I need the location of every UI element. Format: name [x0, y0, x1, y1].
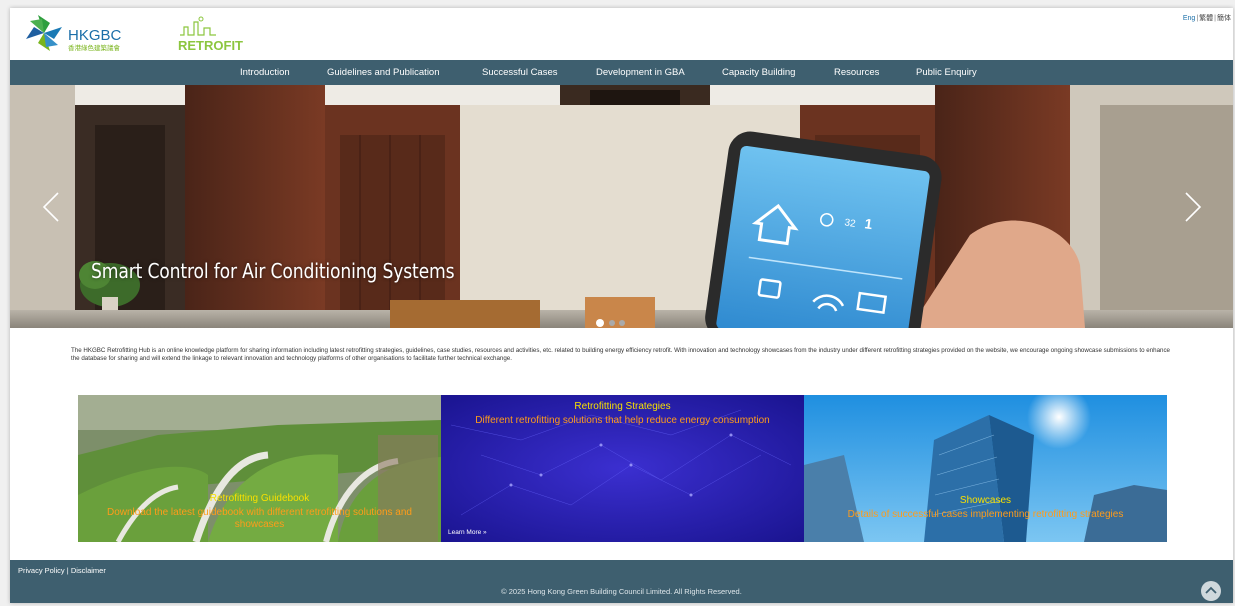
back-to-top-button[interactable]: [1201, 581, 1221, 601]
nav-successful-cases[interactable]: Successful Cases: [482, 60, 558, 85]
learn-more-link[interactable]: Learn More »: [448, 529, 487, 536]
chevron-left-icon: [42, 192, 59, 222]
nav-public-enquiry[interactable]: Public Enquiry: [916, 60, 977, 85]
nav-introduction[interactable]: Introduction: [240, 60, 290, 85]
language-switcher: Eng|繁體|簡体: [1183, 13, 1231, 23]
header: HKGBC 香港綠色建築議會 RETROFIT Eng|繁體|簡体: [10, 8, 1233, 60]
tile-showcases[interactable]: Showcases Details of successful cases im…: [804, 395, 1167, 542]
retrofit-skyline-icon: [180, 16, 216, 36]
main-nav: Introduction Guidelines and Publication …: [10, 60, 1233, 85]
hero-carousel[interactable]: 32 1 Smart Control for Air Conditioning …: [10, 85, 1233, 328]
nav-development-gba[interactable]: Development in GBA: [596, 60, 685, 85]
tile-title: Retrofitting Guidebook: [209, 493, 310, 504]
tile-title: Showcases: [959, 495, 1012, 506]
tile-subtitle: Details of successful cases implementing…: [847, 509, 1124, 520]
hkgbc-logo-mark: HKGBC 香港綠色建築議會 RETROFIT: [26, 15, 243, 53]
footer-links: Privacy Policy | Disclaimer: [18, 566, 106, 575]
footer: Privacy Policy | Disclaimer © 2025 Hong …: [10, 560, 1233, 603]
tile-retrofitting-strategies[interactable]: Retrofitting Strategies Different retrof…: [441, 395, 804, 542]
tile-subtitle: Download the latest guidebook with diffe…: [106, 507, 412, 530]
disclaimer-link[interactable]: Disclaimer: [71, 566, 106, 575]
carousel-prev-button[interactable]: [40, 189, 64, 225]
lang-simplified[interactable]: 簡体: [1217, 15, 1231, 22]
phone-temperature: 32: [844, 217, 857, 230]
feature-tiles: Retrofitting Guidebook Download the late…: [78, 395, 1167, 542]
nav-capacity-building[interactable]: Capacity Building: [722, 60, 795, 85]
lang-traditional[interactable]: 繁體: [1199, 15, 1213, 22]
hero-caption: Smart Control for Air Conditioning Syste…: [91, 259, 455, 283]
tile-retrofitting-guidebook[interactable]: Retrofitting Guidebook Download the late…: [78, 395, 441, 542]
arrow-up-icon: [1205, 586, 1217, 594]
hero-image: 32 1: [10, 85, 1233, 328]
privacy-policy-link[interactable]: Privacy Policy: [18, 566, 65, 575]
page: HKGBC 香港綠色建築議會 RETROFIT Eng|繁體|簡体 Introd…: [10, 8, 1233, 603]
intro-description: The HKGBC Retrofitting Hub is an online …: [71, 347, 1170, 363]
tile-title: Retrofitting Strategies: [574, 401, 671, 412]
chevron-right-icon: [1185, 192, 1202, 222]
copyright-text: © 2025 Hong Kong Green Building Council …: [501, 587, 742, 596]
site-logo[interactable]: HKGBC 香港綠色建築議會 RETROFIT: [18, 13, 248, 55]
logo-text: HKGBC: [68, 27, 122, 44]
lang-english[interactable]: Eng: [1183, 15, 1195, 22]
carousel-next-button[interactable]: [1180, 189, 1204, 225]
tile-subtitle: Different retrofitting solutions that he…: [475, 415, 770, 426]
nav-resources[interactable]: Resources: [834, 60, 879, 85]
logo-retrofit: RETROFIT: [178, 38, 243, 53]
nav-guidelines-publication[interactable]: Guidelines and Publication: [327, 60, 440, 85]
footer-separator: |: [66, 566, 69, 575]
logo-chinese: 香港綠色建築議會: [68, 43, 121, 52]
